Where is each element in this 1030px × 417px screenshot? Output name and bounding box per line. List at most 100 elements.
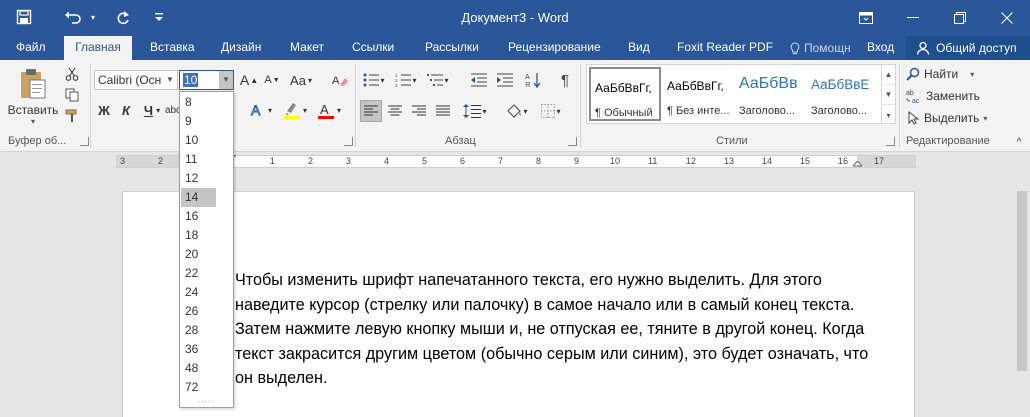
horizontal-ruler[interactable]: 3 2 1 1 2 3 4 5 6 7 8 9 10 11 12 13 14 1… bbox=[116, 155, 916, 168]
font-size-option[interactable]: 26 bbox=[181, 302, 216, 321]
paste-dropdown-icon[interactable]: ▾ bbox=[31, 117, 35, 126]
group-divider bbox=[899, 64, 900, 148]
select-label: Выделить bbox=[924, 111, 980, 125]
vertical-scrollbar[interactable] bbox=[1014, 171, 1030, 417]
clipboard-launcher-icon[interactable] bbox=[80, 137, 89, 146]
font-size-option[interactable]: 24 bbox=[181, 283, 216, 302]
font-size-option[interactable]: 18 bbox=[181, 226, 216, 245]
font-name-combo[interactable]: Calibri (Осн ▼ bbox=[94, 70, 178, 90]
right-indent-marker-icon[interactable] bbox=[853, 161, 862, 168]
chevron-down-icon[interactable]: ▼ bbox=[219, 71, 233, 89]
find-button[interactable]: Найти ▾ bbox=[906, 64, 974, 84]
increase-indent-icon[interactable] bbox=[494, 70, 516, 90]
style-heading-1[interactable]: АаБбВв Заголово... bbox=[735, 67, 807, 121]
format-painter-icon[interactable] bbox=[62, 106, 82, 126]
cut-icon[interactable] bbox=[62, 64, 82, 84]
select-button[interactable]: Выделить ▾ bbox=[906, 108, 987, 128]
tab-insert[interactable]: Вставка bbox=[150, 36, 195, 60]
ruler-number: 7 bbox=[498, 156, 504, 166]
highlight-button[interactable]: ▾ bbox=[280, 100, 310, 120]
style-normal[interactable]: АаБбВвГг, ¶ Обычный bbox=[589, 67, 661, 121]
align-right-icon[interactable] bbox=[408, 100, 430, 122]
text-effects-button[interactable]: A ▾ bbox=[246, 100, 276, 120]
scroll-up-icon[interactable]: ▲ bbox=[882, 65, 895, 85]
font-size-combo[interactable]: 10 ▼ bbox=[179, 70, 234, 90]
font-size-option[interactable]: 10 bbox=[181, 131, 216, 150]
paste-button[interactable]: Вставить ▾ bbox=[6, 64, 60, 130]
tell-me-box[interactable]: Помощн bbox=[790, 36, 851, 60]
borders-button[interactable]: ▾ bbox=[536, 100, 566, 122]
minimize-icon[interactable] bbox=[889, 0, 936, 36]
close-icon[interactable] bbox=[983, 0, 1030, 36]
decrease-indent-icon[interactable] bbox=[468, 70, 490, 90]
chevron-down-icon[interactable]: ▼ bbox=[163, 71, 177, 89]
change-case-label: Aa bbox=[290, 72, 306, 88]
replace-button[interactable]: ab ac Заменить bbox=[906, 86, 980, 106]
tab-design[interactable]: Дизайн bbox=[221, 36, 261, 60]
svg-text:3: 3 bbox=[395, 83, 398, 87]
font-color-button[interactable]: A ▾ bbox=[314, 100, 344, 120]
tab-references[interactable]: Ссылки bbox=[352, 36, 394, 60]
styles-launcher-icon[interactable] bbox=[886, 137, 895, 146]
style-name: Заголово... bbox=[811, 105, 868, 117]
font-size-option[interactable]: 20 bbox=[181, 245, 216, 264]
paint-bucket-icon bbox=[507, 104, 522, 118]
bullet-list-icon bbox=[363, 73, 380, 87]
show-formatting-button[interactable]: ¶ bbox=[556, 70, 574, 90]
ribbon-display-options-icon[interactable] bbox=[842, 0, 889, 36]
restore-icon[interactable] bbox=[936, 0, 983, 36]
collapse-ribbon-icon[interactable]: ^ bbox=[1012, 136, 1026, 148]
ruler-number: 15 bbox=[800, 156, 811, 166]
sort-icon[interactable]: АЯ bbox=[522, 70, 544, 90]
font-size-option[interactable]: 48 bbox=[181, 359, 216, 378]
grow-font-button[interactable]: A ▲ bbox=[238, 70, 260, 90]
font-size-option[interactable]: 22 bbox=[181, 264, 216, 283]
ruler-number: 9 bbox=[574, 156, 580, 166]
copy-icon[interactable] bbox=[62, 85, 82, 105]
bold-button[interactable]: Ж bbox=[94, 100, 114, 120]
share-button[interactable]: Общий доступ bbox=[906, 36, 1030, 60]
multilevel-list-button[interactable]: ▾ bbox=[424, 70, 452, 90]
justify-icon[interactable] bbox=[432, 100, 454, 122]
italic-button[interactable]: К bbox=[116, 100, 136, 120]
font-size-option[interactable]: 9 bbox=[181, 112, 216, 131]
bullets-button[interactable]: ▾ bbox=[360, 70, 388, 90]
style-heading-2[interactable]: АаБбВвЕ Заголово... bbox=[807, 67, 879, 121]
more-styles-icon[interactable]: ▾ bbox=[882, 105, 895, 125]
replace-label: Заменить bbox=[926, 89, 980, 103]
font-size-option[interactable]: 12 bbox=[181, 169, 216, 188]
tab-home[interactable]: Главная bbox=[64, 36, 132, 61]
font-size-option[interactable]: 8 bbox=[181, 93, 216, 112]
tab-review[interactable]: Рецензирование bbox=[508, 36, 601, 60]
font-size-option[interactable]: 28 bbox=[181, 321, 216, 340]
document-body-text[interactable]: Чтобы изменить шрифт напечатанного текст… bbox=[235, 268, 875, 391]
tab-view[interactable]: Вид bbox=[628, 36, 650, 60]
sign-in-link[interactable]: Вход bbox=[867, 36, 894, 60]
clear-formatting-icon[interactable]: A bbox=[330, 70, 350, 90]
shrink-font-button[interactable]: A ▼ bbox=[262, 70, 282, 90]
document-page[interactable]: Чтобы изменить шрифт напечатанного текст… bbox=[122, 191, 915, 417]
tab-mailings[interactable]: Рассылки bbox=[425, 36, 479, 60]
tab-foxit[interactable]: Foxit Reader PDF bbox=[677, 36, 773, 60]
scroll-down-icon[interactable]: ▼ bbox=[882, 85, 895, 105]
tab-layout[interactable]: Макет bbox=[290, 36, 324, 60]
font-size-option[interactable]: 36 bbox=[181, 340, 216, 359]
change-case-button[interactable]: Aa ▾ bbox=[287, 70, 315, 90]
font-size-option[interactable]: 14 bbox=[181, 188, 216, 207]
style-no-spacing[interactable]: АаБбВвГг, ¶ Без инте... bbox=[663, 67, 735, 121]
align-center-icon[interactable] bbox=[384, 100, 406, 122]
font-launcher-icon[interactable] bbox=[344, 137, 353, 146]
paragraph-launcher-icon[interactable] bbox=[568, 137, 577, 146]
underline-button[interactable]: Ч ▾ bbox=[138, 100, 166, 120]
line-spacing-button[interactable]: ▾ bbox=[460, 100, 490, 122]
shading-button[interactable]: ▾ bbox=[502, 100, 532, 122]
style-sample: АаБбВвЕ bbox=[811, 77, 870, 92]
tab-file[interactable]: Файл bbox=[16, 36, 46, 60]
font-size-option[interactable]: 16 bbox=[181, 207, 216, 226]
font-size-option[interactable]: 11 bbox=[181, 150, 216, 169]
strikethrough-button[interactable]: abc bbox=[165, 100, 181, 120]
align-left-icon[interactable] bbox=[360, 100, 382, 122]
scrollbar-thumb[interactable] bbox=[1017, 191, 1027, 371]
numbering-button[interactable]: 123 ▾ bbox=[392, 70, 420, 90]
resize-grip-icon[interactable]: ..... bbox=[198, 395, 214, 404]
